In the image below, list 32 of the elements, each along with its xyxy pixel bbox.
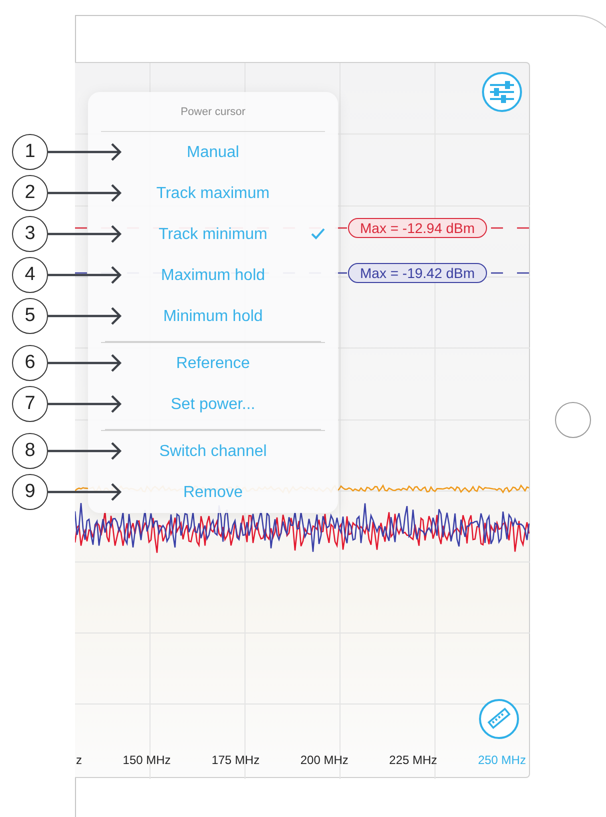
axis-label: 150 MHz [122,753,171,767]
home-button[interactable] [555,402,591,438]
callout-number: 4 [12,257,48,293]
axis-label: 225 MHz [389,753,438,767]
menu-item[interactable]: Manual [101,132,325,173]
menu-item[interactable]: Remove [101,472,325,513]
callout-number: 1 [12,134,48,170]
measure-button[interactable] [479,699,519,739]
axis-label: z [76,753,82,767]
menu-item[interactable]: Maximum hold [101,255,325,296]
callout-number: 9 [12,474,48,510]
ruler-icon [486,706,512,732]
menu-item[interactable]: Set power... [101,384,325,425]
axis-label: 175 MHz [212,753,260,767]
menu-item[interactable]: Minimum hold [101,296,325,337]
callout-number: 7 [12,386,48,422]
menu-item[interactable]: Reference [101,343,325,384]
sliders-icon [489,81,515,103]
marker-label: Max = -12.94 dBm [348,218,487,238]
menu-title: Power cursor [180,104,246,120]
callout-number: 2 [12,175,48,211]
callout-number: 8 [12,433,48,469]
menu-item[interactable]: Track minimum [101,214,325,255]
menu-item[interactable]: Track maximum [101,173,325,214]
axis-label: 250 MHz [478,753,526,767]
menu-item[interactable]: Switch channel [101,431,325,472]
callout-number: 3 [12,216,48,252]
settings-button[interactable] [482,72,522,112]
axis-label: 200 MHz [300,753,348,767]
marker-label: Max = -19.42 dBm [348,263,487,283]
callout-number: 5 [12,298,48,334]
callout-number: 6 [12,345,48,381]
